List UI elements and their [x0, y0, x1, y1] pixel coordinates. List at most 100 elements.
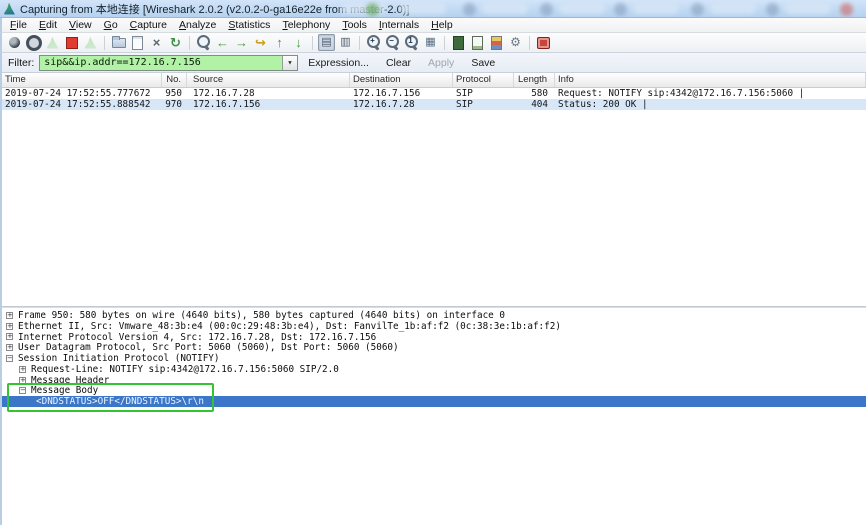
tree-expander-icon[interactable]: − — [19, 387, 26, 394]
detail-tree-line[interactable]: + Ethernet II, Src: Vmware_48:3b:e4 (00:… — [2, 321, 866, 332]
menu-analyze[interactable]: Analyze — [173, 18, 222, 32]
menu-go[interactable]: Go — [98, 18, 124, 32]
detail-text: Request-Line: NOTIFY sip:4342@172.16.7.1… — [31, 364, 339, 375]
go-to-packet-icon[interactable]: ↪ — [252, 34, 269, 51]
packet-details-pane: + Frame 950: 580 bytes on wire (4640 bit… — [0, 308, 866, 525]
cell-protocol: SIP — [453, 99, 514, 110]
filter-buttons: Expression... Clear Apply Save — [308, 57, 495, 69]
detail-tree-line[interactable]: − Session Initiation Protocol (NOTIFY) — [2, 353, 866, 364]
menu-statistics[interactable]: Statistics — [222, 18, 276, 32]
detail-text: Message Body — [31, 385, 98, 396]
column-header[interactable]: Length — [514, 73, 555, 87]
stop-capture-icon[interactable] — [63, 34, 80, 51]
detail-text: Internet Protocol Version 4, Src: 172.16… — [18, 332, 376, 343]
menu-tools[interactable]: Tools — [336, 18, 373, 32]
filter-bar: Filter: ▼ Expression... Clear Apply Save — [0, 53, 866, 73]
start-capture-icon[interactable] — [44, 34, 61, 51]
toolbar-separator — [444, 36, 445, 50]
packet-row[interactable]: 2019-07-24 17:52:55.888542 970 172.16.7.… — [2, 99, 866, 110]
help-icon[interactable] — [535, 34, 552, 51]
detail-tree-line[interactable]: <DNDSTATUS>OFF</DNDSTATUS>\r\n — [2, 396, 866, 407]
go-forward-icon[interactable]: → — [233, 34, 250, 51]
toolbar-separator — [189, 36, 190, 50]
menu-capture[interactable]: Capture — [124, 18, 173, 32]
open-file-icon[interactable] — [110, 34, 127, 51]
menu-edit[interactable]: Edit — [33, 18, 63, 32]
filter-combo: ▼ — [39, 55, 298, 71]
menu-file[interactable]: File — [4, 18, 33, 32]
filter-label: Filter: — [8, 57, 34, 69]
zoom-100-icon[interactable]: 1 — [403, 34, 420, 51]
tree-expander-icon[interactable]: + — [6, 344, 13, 351]
capture-filters-icon[interactable] — [450, 34, 467, 51]
menu-help[interactable]: Help — [425, 18, 459, 32]
blurred-favicon — [614, 3, 627, 16]
tree-expander-icon[interactable]: + — [6, 333, 13, 340]
main-toolbar: × ↻ ← → ↪ ↑ ↓ ▤ ▥ + − 1 ▦ — [0, 33, 866, 53]
close-capture-icon[interactable]: × — [148, 34, 165, 51]
blurred-favicon — [840, 3, 853, 16]
toolbar-separator — [529, 36, 530, 50]
tree-expander-icon[interactable]: + — [19, 377, 26, 384]
column-header[interactable]: Destination — [350, 73, 453, 87]
filter-input[interactable] — [40, 56, 282, 70]
menu-telephony[interactable]: Telephony — [276, 18, 336, 32]
detail-text: <DNDSTATUS>OFF</DNDSTATUS>\r\n — [36, 396, 204, 407]
filter-dropdown-button[interactable]: ▼ — [282, 56, 297, 70]
capture-options-icon[interactable] — [25, 34, 42, 51]
title-bar: Capturing from 本地连接 [Wireshark 2.0.2 (v2… — [0, 0, 866, 18]
zoom-out-icon[interactable]: − — [384, 34, 401, 51]
auto-scroll-icon[interactable]: ▥ — [337, 34, 354, 51]
colorize-list-icon[interactable]: ▤ — [318, 34, 335, 51]
detail-tree-line[interactable]: + Message Header — [2, 375, 866, 386]
tree-expander-icon[interactable]: + — [6, 323, 13, 330]
save-file-icon[interactable] — [129, 34, 146, 51]
go-back-icon[interactable]: ← — [214, 34, 231, 51]
clear-button[interactable]: Clear — [386, 57, 411, 69]
tree-expander-icon[interactable]: − — [6, 355, 13, 362]
detail-tree-line[interactable]: + Request-Line: NOTIFY sip:4342@172.16.7… — [2, 364, 866, 375]
detail-tree-line[interactable]: + Internet Protocol Version 4, Src: 172.… — [2, 332, 866, 343]
reload-icon[interactable]: ↻ — [167, 34, 184, 51]
cell-length: 404 — [514, 99, 555, 110]
packet-row[interactable]: 2019-07-24 17:52:55.777672 950 172.16.7.… — [2, 88, 866, 99]
cell-source: 172.16.7.28 — [187, 88, 350, 99]
detail-tree-line[interactable]: − Message Body — [2, 386, 866, 397]
column-header[interactable]: Time — [2, 73, 162, 87]
display-filters-icon[interactable] — [469, 34, 486, 51]
blurred-tab — [633, 3, 679, 14]
column-header[interactable]: Source — [187, 73, 350, 87]
restart-capture-icon[interactable] — [82, 34, 99, 51]
find-packet-icon[interactable] — [195, 34, 212, 51]
column-header[interactable]: Protocol — [453, 73, 514, 87]
cell-destination: 172.16.7.28 — [350, 99, 453, 110]
detail-tree-line[interactable]: + User Datagram Protocol, Src Port: 5060… — [2, 342, 866, 353]
blurred-tab — [785, 3, 831, 14]
detail-text: Message Header — [31, 375, 109, 386]
toolbar-separator — [104, 36, 105, 50]
column-header[interactable]: No. — [162, 73, 187, 87]
menu-view[interactable]: View — [63, 18, 98, 32]
menu-internals[interactable]: Internals — [373, 18, 425, 32]
cell-destination: 172.16.7.156 — [350, 88, 453, 99]
apply-button[interactable]: Apply — [428, 57, 454, 69]
save-button[interactable]: Save — [471, 57, 495, 69]
menu-bar: File Edit View Go Capture Analyze Statis… — [0, 18, 866, 33]
zoom-in-icon[interactable]: + — [365, 34, 382, 51]
detail-text: Ethernet II, Src: Vmware_48:3b:e4 (00:0c… — [18, 321, 561, 332]
tree-expander-icon[interactable]: + — [6, 312, 13, 319]
detail-tree-line[interactable]: + Frame 950: 580 bytes on wire (4640 bit… — [2, 310, 866, 321]
list-interfaces-icon[interactable] — [6, 34, 23, 51]
tree-expander-icon[interactable]: + — [19, 366, 26, 373]
preferences-icon[interactable]: ⚙ — [507, 34, 524, 51]
coloring-rules-icon[interactable] — [488, 34, 505, 51]
column-header[interactable]: Info — [555, 73, 866, 87]
expression-button[interactable]: Expression... — [308, 57, 369, 69]
cell-time: 2019-07-24 17:52:55.888542 — [2, 99, 162, 110]
blurred-tab — [482, 3, 528, 14]
wireshark-logo-icon — [4, 3, 15, 15]
resize-columns-icon[interactable]: ▦ — [422, 34, 439, 51]
go-to-top-icon[interactable]: ↑ — [271, 34, 288, 51]
go-to-bottom-icon[interactable]: ↓ — [290, 34, 307, 51]
cell-number: 970 — [162, 99, 187, 110]
